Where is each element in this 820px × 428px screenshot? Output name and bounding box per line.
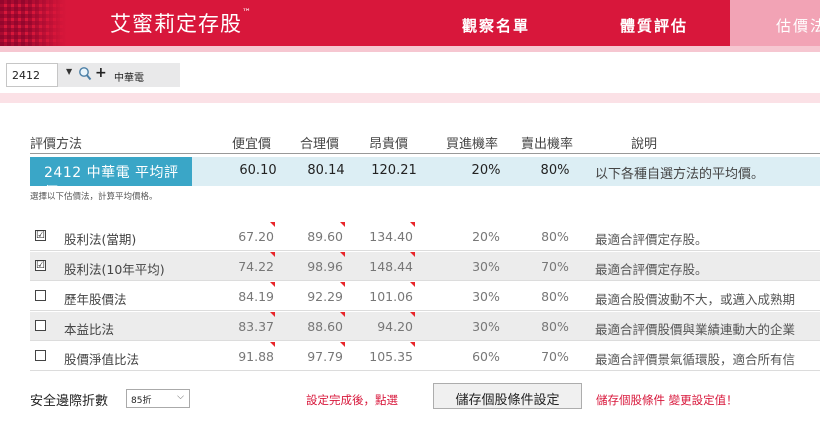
method-name[interactable]: 歷年股價法	[64, 289, 127, 308]
method-sell-prob: 70%	[541, 349, 569, 364]
save-settings-button[interactable]: 儲存個股條件設定	[433, 383, 582, 409]
flag-marker-icon	[270, 342, 275, 347]
flag-marker-icon	[340, 282, 345, 287]
method-checkbox[interactable]	[35, 290, 46, 301]
method-desc: 最適合評價景氣循環股，適合所有信	[595, 352, 796, 367]
method-checkbox[interactable]: ☑	[35, 230, 46, 241]
flag-marker-icon	[340, 342, 345, 347]
average-buy-prob: 20%	[471, 163, 501, 178]
flag-marker-icon	[270, 312, 275, 317]
method-desc: 最適合股價波動不大，或邁入成熟期	[595, 292, 796, 307]
flag-marker-icon	[270, 222, 275, 227]
method-row: ☑ 股利法(10年平均) 74.22 98.96 148.44 30% 70% …	[30, 252, 820, 281]
average-cheap: 60.10	[239, 163, 277, 178]
safety-margin-label: 安全邊際折數	[30, 394, 109, 409]
header-expensive: 昂貴價	[369, 137, 409, 152]
save-hint: 設定完成後，點選	[306, 393, 398, 407]
method-sell-prob: 80%	[541, 229, 569, 244]
method-fair: 88.60	[307, 319, 343, 334]
method-row: 本益比法 83.37 88.60 94.20 30% 80% 最適合評價股價與業…	[30, 312, 820, 341]
method-name[interactable]: 本益比法	[64, 319, 114, 338]
flag-marker-icon	[340, 222, 345, 227]
method-desc: 最適合評價定存股。	[595, 232, 708, 247]
method-expensive: 148.44	[369, 259, 413, 274]
header-desc: 說明	[631, 137, 658, 152]
flag-marker-icon	[410, 312, 415, 317]
flag-marker-icon	[270, 252, 275, 257]
search-icon[interactable]	[78, 66, 92, 86]
header-sell-prob: 賣出機率	[521, 137, 574, 152]
stock-code-input[interactable]: 2412	[6, 63, 58, 87]
flag-marker-icon	[410, 342, 415, 347]
method-expensive: 94.20	[377, 319, 413, 334]
average-sell-prob: 80%	[540, 163, 570, 178]
logo-pattern-icon	[0, 0, 66, 46]
method-buy-prob: 60%	[472, 349, 500, 364]
method-row: 歷年股價法 84.19 92.29 101.06 30% 80% 最適合股價波動…	[30, 282, 820, 311]
nav-quality[interactable]: 體質評估	[620, 15, 688, 36]
average-title: 2412 中華電 平均評價	[30, 157, 192, 201]
method-name[interactable]: 股利法(10年平均)	[64, 259, 165, 278]
nav-valuation[interactable]: 估價法	[730, 0, 820, 46]
method-name[interactable]: 股利法(當期)	[64, 229, 136, 248]
method-buy-prob: 30%	[472, 319, 500, 334]
flag-marker-icon	[340, 312, 345, 317]
method-cheap: 74.22	[238, 259, 274, 274]
flag-marker-icon	[270, 282, 275, 287]
method-desc: 最適合評價股價與業績連動大的企業	[595, 322, 796, 337]
header-buy-prob: 買進機率	[446, 137, 499, 152]
method-fair: 92.29	[307, 289, 343, 304]
top-header: 艾蜜莉定存股™ 觀察名單 體質評估 估價法	[0, 0, 820, 46]
method-sell-prob: 70%	[541, 259, 569, 274]
average-desc: 以下各種自選方法的平均價。	[595, 167, 765, 182]
header-cheap: 便宜價	[232, 137, 272, 152]
header-stripe	[0, 46, 820, 52]
method-fair: 89.60	[307, 229, 343, 244]
safety-margin-value: 85折	[131, 396, 152, 406]
method-sell-prob: 80%	[541, 319, 569, 334]
brand-title[interactable]: 艾蜜莉定存股™	[110, 8, 252, 38]
header-method: 評價方法	[30, 137, 83, 152]
average-fair: 80.14	[307, 163, 345, 178]
method-checkbox[interactable]: ☑	[35, 260, 46, 271]
method-cheap: 84.19	[238, 289, 274, 304]
stock-name: 中華電	[114, 73, 144, 84]
header-divider	[30, 153, 820, 154]
method-checkbox[interactable]	[35, 350, 46, 361]
flag-marker-icon	[410, 252, 415, 257]
method-cheap: 91.88	[238, 349, 274, 364]
nav-watchlist[interactable]: 觀察名單	[462, 15, 530, 36]
method-row: 股價淨值比法 91.88 97.79 105.35 60% 70% 最適合評價景…	[30, 342, 820, 371]
average-hint: 選擇以下估價法，計算平均價格。	[30, 192, 158, 202]
method-row: ☑ 股利法(當期) 67.20 89.60 134.40 20% 80% 最適合…	[30, 222, 820, 251]
method-fair: 97.79	[307, 349, 343, 364]
method-expensive: 134.40	[369, 229, 413, 244]
method-name[interactable]: 股價淨值比法	[64, 349, 139, 368]
save-note: 儲存個股條件 變更設定值！	[596, 393, 738, 407]
method-buy-prob: 30%	[472, 289, 500, 304]
flag-marker-icon	[340, 252, 345, 257]
method-buy-prob: 20%	[472, 229, 500, 244]
divider-band	[0, 93, 820, 103]
safety-margin-select[interactable]: 85折 ⌵	[126, 389, 190, 408]
average-expensive: 120.21	[371, 163, 417, 178]
method-expensive: 101.06	[369, 289, 413, 304]
method-fair: 98.96	[307, 259, 343, 274]
method-desc: 最適合評價定存股。	[595, 262, 708, 277]
header-fair: 合理價	[300, 137, 340, 152]
method-checkbox[interactable]	[35, 320, 46, 331]
method-expensive: 105.35	[369, 349, 413, 364]
add-icon[interactable]: +	[95, 65, 107, 81]
method-sell-prob: 80%	[541, 289, 569, 304]
chevron-down-icon: ⌵	[177, 392, 184, 402]
flag-marker-icon	[410, 282, 415, 287]
stock-selector: 2412 ▼ + 中華電	[6, 63, 180, 87]
dropdown-arrow-icon[interactable]: ▼	[66, 67, 72, 76]
method-cheap: 67.20	[238, 229, 274, 244]
method-cheap: 83.37	[238, 319, 274, 334]
method-buy-prob: 30%	[472, 259, 500, 274]
flag-marker-icon	[410, 222, 415, 227]
